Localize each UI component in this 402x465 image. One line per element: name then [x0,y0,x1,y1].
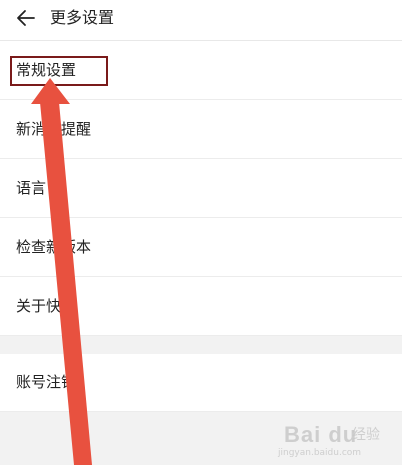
top-bar: 更多设置 [0,0,402,41]
arrow-left-icon [17,10,35,26]
menu-item-check-update[interactable]: 检查新版本 [0,219,402,277]
menu-item-language[interactable]: 语言 [0,160,402,218]
menu-item-label: 检查新版本 [16,238,92,256]
menu-item-about[interactable]: 关于快手 [0,278,402,336]
menu-item-label: 新消息提醒 [16,120,92,138]
bottom-area [0,412,402,465]
menu-item-general-settings[interactable]: 常规设置 [0,42,402,100]
menu-item-account-deletion[interactable]: 账号注销 [0,354,402,412]
menu-item-label: 关于快手 [16,297,77,315]
menu-item-new-message-alert[interactable]: 新消息提醒 [0,101,402,159]
menu-item-label: 常规设置 [16,61,77,79]
section-divider [0,336,402,354]
page-title: 更多设置 [50,8,115,27]
menu-item-label: 账号注销 [16,373,77,391]
menu-item-label: 语言 [16,179,47,197]
back-button[interactable] [14,6,38,30]
